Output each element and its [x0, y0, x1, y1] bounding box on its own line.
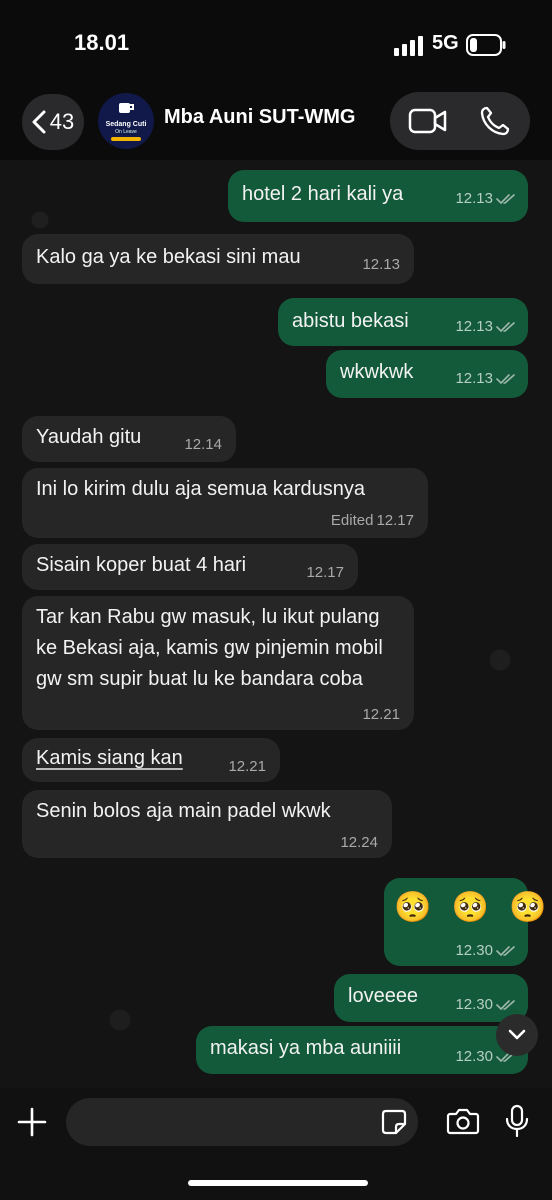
cup-icon [119, 103, 134, 113]
network-type: 5G [432, 32, 459, 54]
message-incoming[interactable]: Sisain koper buat 4 hari 12.17 [22, 544, 358, 590]
microphone-icon[interactable] [504, 1104, 530, 1138]
message-incoming[interactable]: Kalo ga ya ke bekasi sini mau 12.13 [22, 234, 414, 284]
message-time: 12.24 [340, 834, 378, 851]
signal-bars-icon [394, 36, 423, 56]
message-meta: 12.30 [455, 942, 516, 959]
message-text: Kalo ga ya ke bekasi sini mau [36, 246, 301, 268]
message-text: loveeee [348, 985, 419, 1007]
message-time: 12.21 [228, 758, 266, 775]
message-meta: Edited 12.17 [331, 512, 414, 529]
message-text: abistu bekasi [292, 310, 409, 332]
contact-name[interactable]: Mba Auni SUT-WMG [164, 106, 355, 129]
home-indicator [188, 1180, 368, 1186]
sticker-icon[interactable] [380, 1108, 408, 1136]
double-check-icon [496, 999, 515, 1010]
message-time: 12.13 [455, 190, 493, 207]
message-time: 12.13 [455, 370, 493, 387]
message-outgoing[interactable]: hotel 2 hari kali ya 12.13 [228, 170, 528, 222]
message-time: 12.13 [455, 318, 493, 335]
chevron-left-icon [32, 110, 46, 134]
double-check-icon [496, 321, 515, 332]
message-incoming[interactable]: Senin bolos aja main padel wkwk 12.24 [22, 790, 392, 858]
avatar-stripe [111, 137, 141, 141]
double-check-icon [496, 193, 515, 204]
message-time: 12.30 [455, 996, 493, 1013]
message-meta: 12.30 [455, 996, 516, 1013]
message-text: Sisain koper buat 4 hari [36, 554, 247, 576]
message-incoming[interactable]: Tar kan Rabu gw masuk, lu ikut pulang ke… [22, 596, 414, 730]
message-incoming[interactable]: Kamis siang kan 12.21 [22, 738, 280, 782]
message-time: 12.30 [455, 942, 493, 959]
message-text: 🥺 🥺 🥺 [394, 891, 552, 924]
message-list[interactable]: hotel 2 hari kali ya 12.13 Kalo ga ya ke… [0, 160, 552, 1088]
message-incoming[interactable]: Ini lo kirim dulu aja semua kardusnya Ed… [22, 468, 428, 538]
battery-low-icon [466, 34, 506, 56]
unread-count: 43 [49, 109, 75, 134]
back-button[interactable]: 43 [22, 94, 84, 150]
plus-icon[interactable] [16, 1106, 48, 1138]
message-outgoing[interactable]: loveeee 12.30 [334, 974, 528, 1022]
video-call-icon[interactable] [408, 106, 448, 136]
message-incoming[interactable]: Yaudah gitu 12.14 [22, 416, 236, 462]
message-meta: 12.13 [455, 190, 516, 207]
double-check-icon [496, 373, 515, 384]
chat-header: 43 Sedang Cuti On Leave Mba Auni SUT-WMG [0, 88, 552, 160]
message-text: hotel 2 hari kali ya [242, 183, 404, 205]
chevron-down-icon [508, 1029, 526, 1040]
message-text: Yaudah gitu [36, 426, 142, 448]
message-time: 12.17 [306, 564, 344, 581]
scroll-to-bottom-button[interactable] [496, 1014, 538, 1056]
status-time: 18.01 [74, 30, 130, 55]
double-check-icon [496, 945, 515, 956]
message-time: 12.30 [455, 1048, 493, 1065]
phone-call-icon[interactable] [480, 106, 510, 136]
message-outgoing[interactable]: abistu bekasi 12.13 [278, 298, 528, 346]
message-time: 12.13 [362, 256, 400, 273]
message-text[interactable]: Kamis siang kan [36, 747, 183, 770]
call-actions [390, 92, 530, 150]
message-time: 12.21 [362, 706, 400, 723]
message-outgoing[interactable]: 🥺 🥺 🥺 12.30 [384, 878, 547, 966]
camera-icon[interactable] [446, 1106, 480, 1136]
message-outgoing[interactable]: wkwkwk 12.13 [326, 350, 528, 398]
avatar[interactable]: Sedang Cuti On Leave [98, 93, 154, 149]
message-text: Senin bolos aja main padel wkwk [36, 800, 331, 822]
message-text: wkwkwk [340, 361, 414, 383]
message-time: 12.14 [184, 436, 222, 453]
message-text: Tar kan Rabu gw masuk, lu ikut pulang ke… [36, 606, 383, 690]
message-meta: 12.13 [455, 370, 516, 387]
message-input[interactable] [66, 1098, 418, 1146]
status-bar: 18.01 5G [0, 0, 552, 88]
message-time: 12.17 [376, 512, 414, 529]
message-outgoing[interactable]: makasi ya mba auniiii 12.30 [196, 1026, 528, 1074]
edited-label: Edited [330, 512, 374, 529]
message-text: Ini lo kirim dulu aja semua kardusnya [36, 478, 366, 500]
message-meta: 12.13 [455, 318, 516, 335]
avatar-text-line1: Sedang Cuti [105, 121, 147, 128]
avatar-text-line2: On Leave [115, 129, 137, 135]
message-text: makasi ya mba auniiii [210, 1037, 402, 1059]
